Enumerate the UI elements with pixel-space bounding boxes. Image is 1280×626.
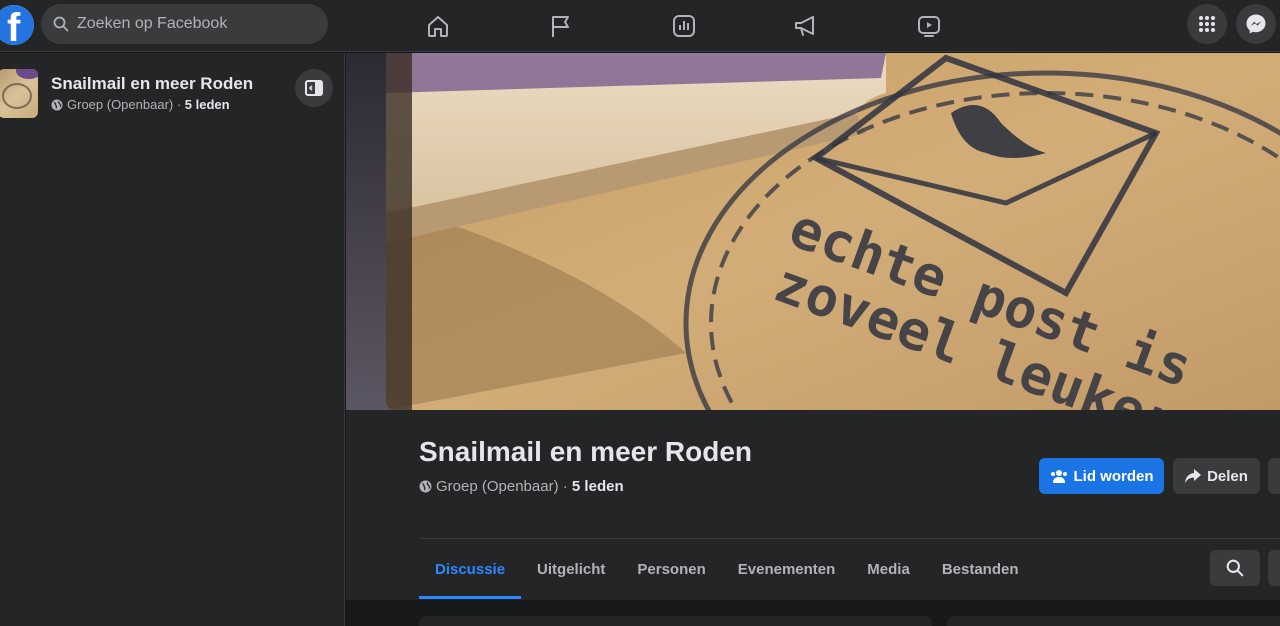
nav-pages[interactable] [541,6,581,46]
group-thumbnail[interactable] [0,69,38,118]
flag-icon [552,16,569,37]
member-count[interactable]: 5 leden [572,478,624,495]
search-input[interactable] [77,15,297,33]
nav-home[interactable] [418,6,458,46]
tab-bestanden[interactable]: Bestanden [926,539,1035,599]
feed-card-right [947,616,1280,626]
facebook-logo[interactable]: f [0,5,34,45]
share-label: Delen [1207,467,1248,485]
search-box[interactable] [41,4,328,44]
video-icon [918,16,940,37]
feed-card-left [419,616,932,626]
group-meta-separator: · [558,478,572,495]
sidebar-member-count[interactable]: 5 leden [185,97,230,112]
search-icon [53,16,69,32]
left-sidebar: Snailmail en meer Roden Groep (Openbaar)… [0,53,345,626]
thumbnail-detail [16,69,38,79]
thumbnail-stamp [2,83,32,109]
globe-icon [51,99,63,110]
menu-grid-icon [1199,16,1215,32]
facebook-logo-icon: f [0,5,34,45]
tab-personen[interactable]: Personen [621,539,721,599]
share-button[interactable]: Delen [1173,458,1260,494]
sidebar-toggle-icon [305,80,323,96]
cover-image: echte post is zoveel leuker [386,53,1280,410]
tab-more-button[interactable] [1268,550,1280,586]
tab-discussie[interactable]: Discussie [419,539,522,599]
sidebar-group-title[interactable]: Snailmail en meer Roden [51,74,253,94]
group-meta: Groep (Openbaar) · 5 leden [419,478,624,495]
search-icon [1226,559,1244,577]
group-type: Groep (Openbaar) [436,478,559,495]
group-main-content: echte post is zoveel leuker Snailmail en… [346,53,1280,626]
messenger-icon [1246,14,1266,34]
nav-insights[interactable] [664,6,704,46]
join-group-label: Lid worden [1073,467,1154,485]
nav-watch[interactable] [909,6,949,46]
people-icon [1050,470,1067,483]
tab-media[interactable]: Media [851,539,926,599]
group-cover-photo[interactable]: echte post is zoveel leuker [386,53,1280,410]
group-title[interactable]: Snailmail en meer Roden [419,436,752,468]
chart-icon [673,15,695,37]
menu-button[interactable] [1187,4,1227,44]
globe-icon [419,480,432,493]
collapse-sidebar-button[interactable] [295,69,333,107]
sidebar-group-meta: Groep (Openbaar) · 5 leden [51,97,230,112]
join-group-button[interactable]: Lid worden [1039,458,1164,494]
tab-evenementen[interactable]: Evenementen [722,539,852,599]
nav-ads[interactable] [786,6,826,46]
group-tabs: Discussie Uitgelicht Personen Evenemente… [419,539,1035,599]
more-actions-button[interactable] [1268,458,1280,494]
sidebar-meta-separator: · [173,97,185,112]
tab-uitgelicht[interactable]: Uitgelicht [521,539,621,599]
facebook-logo-letter: f [7,6,21,45]
messenger-button[interactable] [1236,4,1276,44]
top-navigation-bar: f [0,0,1280,52]
sidebar-group-type: Groep (Openbaar) [67,97,174,112]
share-arrow-icon [1185,469,1202,483]
home-icon [428,16,448,37]
megaphone-icon [795,16,814,36]
group-search-button[interactable] [1210,550,1260,586]
